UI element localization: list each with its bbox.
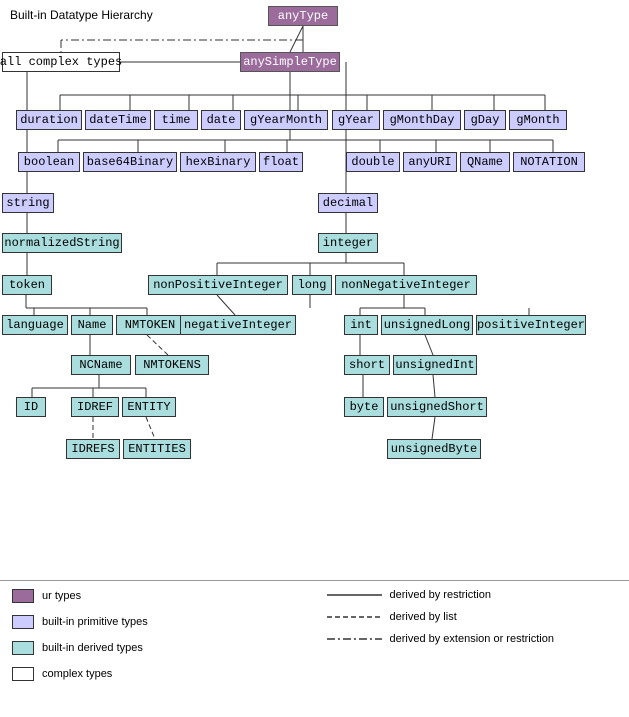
node-unsignedByte: unsignedByte [387,439,481,459]
legend-primitive-label: built-in primitive types [42,616,148,628]
node-boolean: boolean [18,152,80,172]
node-float: float [259,152,303,172]
node-duration: duration [16,110,82,130]
node-int: int [344,315,378,335]
legend-right-column: derived by restriction derived by list d… [315,581,629,717]
diagram-container: Built-in Datatype Hierarchy [0,0,629,580]
node-unsignedLong: unsignedLong [381,315,473,335]
legend-primitive-types: built-in primitive types [12,615,303,629]
node-normalizedString: normalizedString [2,233,122,253]
node-byte: byte [344,397,384,417]
node-ENTITIES: ENTITIES [123,439,191,459]
diagram-title: Built-in Datatype Hierarchy [10,8,153,22]
node-negativeInteger: negativeInteger [180,315,296,335]
node-nonNegativeInteger: nonNegativeInteger [335,275,477,295]
node-short: short [344,355,390,375]
node-double: double [346,152,400,172]
node-dateTime: dateTime [85,110,151,130]
legend-complex-label: complex types [42,668,112,680]
node-NCName: NCName [71,355,131,375]
node-NOTATION: NOTATION [513,152,585,172]
node-string: string [2,193,54,213]
node-NMTOKEN: NMTOKEN [116,315,184,335]
node-hexBinary: hexBinary [180,152,256,172]
legend-dashed-line: derived by list [327,611,618,623]
legend-dash-dot-label: derived by extension or restriction [390,633,554,645]
legend-ur-label: ur types [42,590,81,602]
node-decimal: decimal [318,193,378,213]
legend-dash-dot-line: derived by extension or restriction [327,633,618,645]
legend-dashed-line-icon [327,611,382,623]
legend-solid-line: derived by restriction [327,589,618,601]
node-ID: ID [16,397,46,417]
node-token: token [2,275,52,295]
legend-box-primitive [12,615,34,629]
node-anySimpleType: anySimpleType [240,52,340,72]
node-gMonth: gMonth [509,110,567,130]
node-anyType: anyType [268,6,338,26]
node-gDay: gDay [464,110,506,130]
node-unsignedInt: unsignedInt [393,355,477,375]
legend-ur-types: ur types [12,589,303,603]
node-NMTOKENS: NMTOKENS [135,355,209,375]
legend-solid-label: derived by restriction [390,589,492,601]
legend-solid-line-icon [327,589,382,601]
node-anyURI: anyURI [403,152,457,172]
node-IDREF: IDREF [71,397,119,417]
node-Name: Name [71,315,113,335]
node-gMonthDay: gMonthDay [383,110,461,130]
node-ENTITY: ENTITY [122,397,176,417]
legend-box-ur [12,589,34,603]
node-QName: QName [460,152,510,172]
legend-left-column: ur types built-in primitive types built-… [0,581,315,717]
node-unsignedShort: unsignedShort [387,397,487,417]
node-long: long [292,275,332,295]
node-positiveInteger: positiveInteger [476,315,586,335]
legend-dash-dot-line-icon [327,633,382,645]
node-base64Binary: base64Binary [83,152,177,172]
node-date: date [201,110,241,130]
legend-derived-label: built-in derived types [42,642,143,654]
legend-derived-types: built-in derived types [12,641,303,655]
node-language: language [2,315,68,335]
legend-box-derived [12,641,34,655]
legend-box-complex [12,667,34,681]
node-gYearMonth: gYearMonth [244,110,328,130]
legend: ur types built-in primitive types built-… [0,580,629,717]
node-allComplexTypes: all complex types [2,52,120,72]
node-gYear: gYear [332,110,380,130]
legend-complex-types: complex types [12,667,303,681]
node-time: time [154,110,198,130]
node-nonPositiveInteger: nonPositiveInteger [148,275,288,295]
node-IDREFS: IDREFS [66,439,120,459]
node-integer: integer [318,233,378,253]
legend-dashed-label: derived by list [390,611,457,623]
